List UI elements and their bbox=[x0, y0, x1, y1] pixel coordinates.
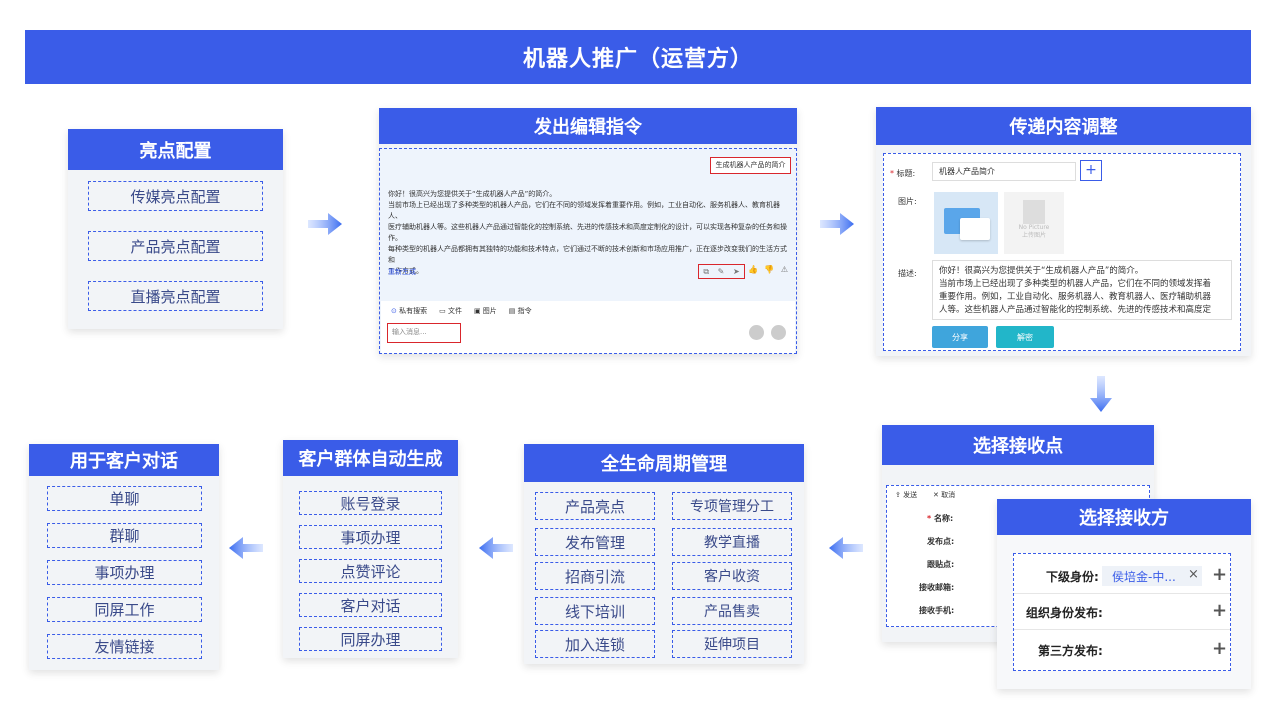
lifecycle-card: 全生命周期管理 产品亮点 发布管理 招商引流 线下培训 加入连锁 专项管理分工 … bbox=[524, 444, 804, 664]
lifecycle-item[interactable]: 发布管理 bbox=[535, 528, 655, 556]
lifecycle-item[interactable]: 教学直播 bbox=[672, 528, 792, 556]
chat-panel: 生成机器人产品的简介 你好！很高兴为您提供关于“生成机器人产品”的简介。 当前市… bbox=[379, 148, 797, 354]
send-icon[interactable]: ➤ bbox=[733, 267, 740, 276]
lifecycle-item[interactable]: 产品亮点 bbox=[535, 492, 655, 520]
image-label: 图片: bbox=[898, 197, 917, 206]
message-input[interactable]: 输入消息... bbox=[387, 323, 461, 343]
auto-group-card: 客户群体自动生成 账号登录 事项办理 点赞评论 客户对话 同屏办理 bbox=[283, 440, 458, 658]
lifecycle-item[interactable]: 延伸项目 bbox=[672, 630, 792, 658]
highlight-config-title: 亮点配置 bbox=[68, 129, 283, 170]
lifecycle-item[interactable]: 线下培训 bbox=[535, 597, 655, 625]
warning-icon[interactable]: ⚠ bbox=[781, 265, 788, 274]
highlight-config-card: 亮点配置 传媒亮点配置 产品亮点配置 直播亮点配置 bbox=[68, 129, 283, 329]
decrypt-button[interactable]: 解密 bbox=[996, 326, 1054, 348]
follow-point-label: 跟贴点: bbox=[927, 560, 955, 569]
lifecycle-item[interactable]: 专项管理分工 bbox=[672, 492, 792, 520]
content-form: * 标题: 机器人产品简介 + 图片: No Picture 上传图片 描述: … bbox=[883, 153, 1241, 351]
copy-icon[interactable]: ⧉ bbox=[703, 267, 709, 277]
send-up-icon[interactable] bbox=[771, 325, 786, 340]
arrow-right-icon bbox=[308, 213, 342, 235]
arrow-left-icon bbox=[829, 537, 863, 559]
email-label: 接收邮箱: bbox=[919, 583, 955, 592]
add-subordinate-icon[interactable]: + bbox=[1212, 564, 1227, 585]
title-label: * 标题: bbox=[890, 169, 916, 178]
dialog-item[interactable]: 群聊 bbox=[47, 523, 202, 548]
lifecycle-item[interactable]: 招商引流 bbox=[535, 562, 655, 590]
remove-chip-icon[interactable]: × bbox=[1188, 567, 1199, 582]
select-party-card: 选择接收方 下级身份: 侯培金-中... × + 组织身份发布: + 第三方发布… bbox=[997, 499, 1251, 689]
dialog-item[interactable]: 事项办理 bbox=[47, 560, 202, 585]
auto-group-item[interactable]: 事项办理 bbox=[299, 525, 442, 549]
publish-point-label: 发布点: bbox=[927, 537, 955, 546]
mic-icon[interactable] bbox=[749, 325, 764, 340]
thumbs-up-icon[interactable]: 👍 bbox=[748, 265, 758, 274]
add-org-icon[interactable]: + bbox=[1212, 600, 1227, 621]
product-highlight-config[interactable]: 产品亮点配置 bbox=[88, 231, 263, 261]
edit-command-title: 发出编辑指令 bbox=[379, 108, 797, 144]
select-party-title: 选择接收方 bbox=[997, 499, 1251, 535]
file-tool[interactable]: ▭ 文件 bbox=[439, 306, 462, 317]
feedback-icons: 👍 👎 ⚠ bbox=[748, 265, 788, 274]
desc-label: 描述: bbox=[898, 269, 917, 278]
media-highlight-config[interactable]: 传媒亮点配置 bbox=[88, 181, 263, 211]
customer-dialog-title: 用于客户对话 bbox=[29, 444, 219, 476]
auto-group-item[interactable]: 账号登录 bbox=[299, 491, 442, 515]
content-adjust-title: 传递内容调整 bbox=[876, 107, 1251, 145]
send-action[interactable]: ⇪ 发送 bbox=[895, 490, 917, 501]
prompt-tag[interactable]: 生成机器人产品的简介 bbox=[710, 157, 791, 174]
dialog-item[interactable]: 单聊 bbox=[47, 486, 202, 511]
private-search-tool[interactable]: ⊙ 私有搜索 bbox=[391, 306, 427, 317]
party-row-org: 组织身份发布: + bbox=[1014, 594, 1230, 630]
desc-textarea[interactable]: 你好！很高兴为您提供关于“生成机器人产品”的简介。 当前市场上已经出现了多种类型… bbox=[932, 260, 1232, 320]
title-input[interactable]: 机器人产品简介 bbox=[932, 162, 1076, 181]
arrow-left-icon bbox=[229, 537, 263, 559]
phone-label: 接收手机: bbox=[919, 606, 955, 615]
auto-group-item[interactable]: 客户对话 bbox=[299, 593, 442, 617]
cancel-action[interactable]: ✕ 取消 bbox=[933, 490, 955, 501]
add-third-party-icon[interactable]: + bbox=[1212, 638, 1227, 659]
composer: ⊙ 私有搜索 ▭ 文件 ▣ 图片 ▤ 指令 输入消息... bbox=[381, 301, 795, 353]
lifecycle-title: 全生命周期管理 bbox=[524, 444, 804, 482]
image-tool[interactable]: ▣ 图片 bbox=[474, 306, 497, 317]
party-form: 下级身份: 侯培金-中... × + 组织身份发布: + 第三方发布: + bbox=[1013, 553, 1231, 671]
message-actions: ⧉ ✎ ➤ bbox=[698, 264, 745, 279]
upload-image-slot[interactable]: No Picture 上传图片 bbox=[1004, 192, 1064, 254]
lifecycle-item[interactable]: 加入连锁 bbox=[535, 630, 655, 658]
arrow-right-icon bbox=[820, 213, 854, 235]
identity-chip[interactable]: 侯培金-中... × bbox=[1102, 566, 1202, 586]
share-button[interactable]: 分享 bbox=[932, 326, 988, 348]
content-adjust-card: 传递内容调整 * 标题: 机器人产品简介 + 图片: No Picture 上传… bbox=[876, 107, 1251, 356]
edit-command-card: 发出编辑指令 生成机器人产品的简介 你好！很高兴为您提供关于“生成机器人产品”的… bbox=[379, 108, 797, 354]
arrow-left-icon bbox=[479, 537, 513, 559]
image-thumbnail[interactable] bbox=[934, 192, 998, 254]
page-title: 机器人推广（运营方） bbox=[25, 30, 1251, 84]
command-tool[interactable]: ▤ 指令 bbox=[509, 306, 532, 317]
dialog-item[interactable]: 友情链接 bbox=[47, 634, 202, 659]
auto-group-item[interactable]: 点赞评论 bbox=[299, 559, 442, 583]
name-label: * 名称: bbox=[927, 514, 954, 523]
add-title-button[interactable]: + bbox=[1080, 160, 1102, 181]
edit-icon[interactable]: ✎ bbox=[718, 267, 725, 276]
customer-dialog-card: 用于客户对话 单聊 群聊 事项办理 同屏工作 友情链接 bbox=[29, 444, 219, 670]
lifecycle-item[interactable]: 产品售卖 bbox=[672, 597, 792, 625]
dialog-item[interactable]: 同屏工作 bbox=[47, 597, 202, 622]
live-highlight-config[interactable]: 直播亮点配置 bbox=[88, 281, 263, 311]
lifecycle-item[interactable]: 客户收资 bbox=[672, 562, 792, 590]
composer-toolbar: ⊙ 私有搜索 ▭ 文件 ▣ 图片 ▤ 指令 bbox=[391, 306, 532, 317]
auto-group-title: 客户群体自动生成 bbox=[283, 440, 458, 476]
select-point-title: 选择接收点 bbox=[882, 425, 1154, 465]
arrow-down-icon bbox=[1090, 376, 1112, 412]
regenerate-link[interactable]: 重新生成 bbox=[388, 267, 416, 278]
party-row-subordinate: 下级身份: 侯培金-中... × + bbox=[1014, 558, 1230, 594]
party-row-third: 第三方发布: + bbox=[1038, 638, 1228, 659]
building-icon bbox=[1023, 200, 1045, 224]
thumbs-down-icon[interactable]: 👎 bbox=[764, 265, 774, 274]
auto-group-item[interactable]: 同屏办理 bbox=[299, 627, 442, 651]
